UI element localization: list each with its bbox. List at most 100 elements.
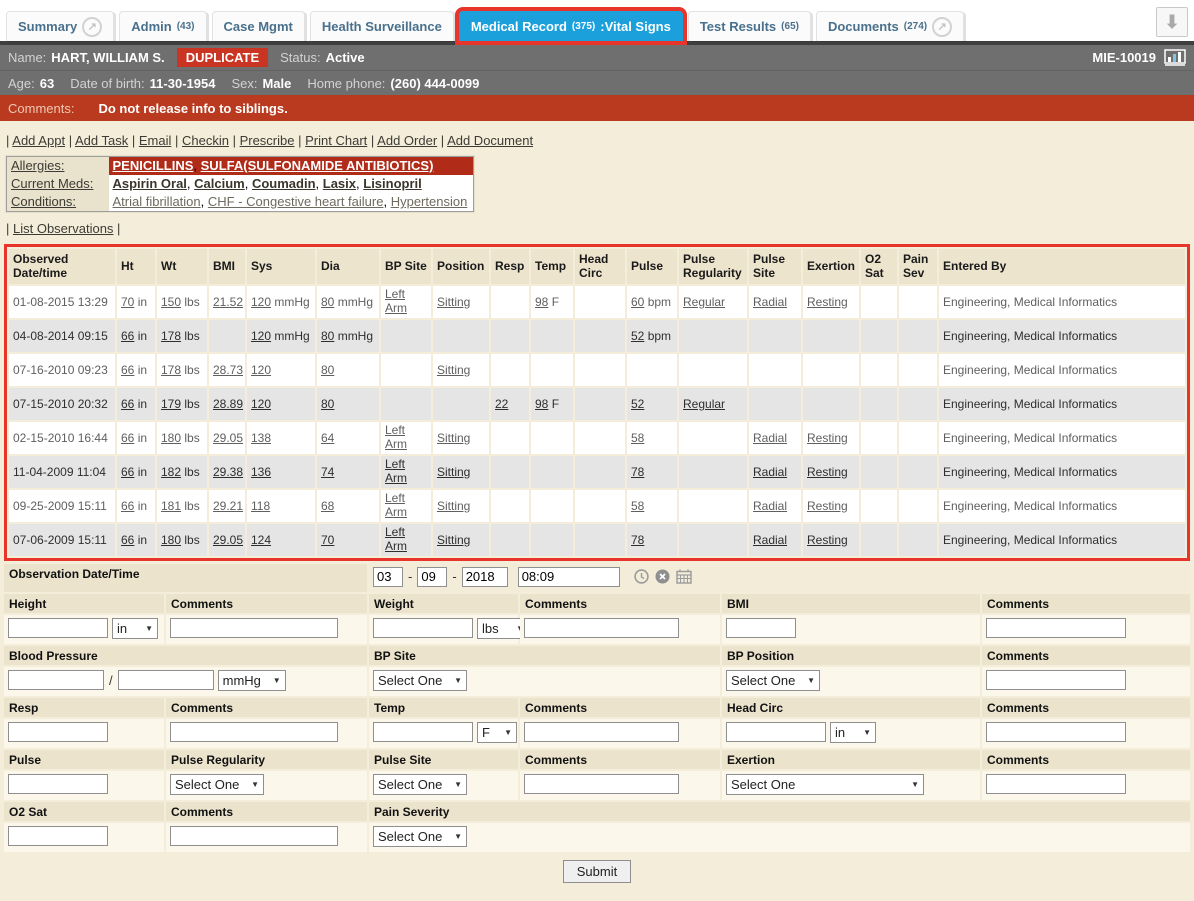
resp-input[interactable]: [8, 722, 108, 742]
bmi-comments-input[interactable]: [986, 618, 1126, 638]
obs-value-link[interactable]: 138: [251, 431, 271, 445]
clear-icon[interactable]: [655, 569, 670, 584]
bp-unit-select[interactable]: mmHg▼: [218, 670, 286, 691]
obs-value-link[interactable]: 22: [495, 397, 508, 411]
obs-year-input[interactable]: [462, 567, 508, 587]
obs-value-link[interactable]: 80: [321, 363, 334, 377]
conditions-item-link[interactable]: CHF - Congestive heart failure: [208, 194, 384, 209]
list-observations-link[interactable]: List Observations: [13, 221, 113, 236]
external-link-icon[interactable]: ↗: [932, 17, 952, 37]
height-unit-select[interactable]: in▼: [112, 618, 158, 639]
obs-value-link[interactable]: 21.52: [213, 295, 243, 309]
obs-value-link[interactable]: 58: [631, 499, 644, 513]
current-meds-item-link[interactable]: Aspirin Oral: [113, 176, 187, 191]
obs-value-link[interactable]: Resting: [807, 295, 848, 309]
obs-value-link[interactable]: Resting: [807, 431, 848, 445]
temp-unit-select[interactable]: F▼: [477, 722, 517, 743]
submit-button[interactable]: Submit: [563, 860, 631, 883]
obs-value-link[interactable]: 52: [631, 329, 644, 343]
obs-value-link[interactable]: 182: [161, 465, 181, 479]
allergies-item-link[interactable]: PENICILLINS: [113, 158, 194, 173]
o2-sat-comments-input[interactable]: [170, 826, 338, 846]
head-circ-input[interactable]: [726, 722, 826, 742]
current-meds-item-link[interactable]: Coumadin: [252, 176, 316, 191]
obs-value-link[interactable]: 68: [321, 499, 334, 513]
pulse-regularity-select[interactable]: Select One▼: [170, 774, 264, 795]
tab-medical-record[interactable]: Medical Record(375):Vital Signs: [459, 11, 683, 41]
obs-value-link[interactable]: 136: [251, 465, 271, 479]
obs-value-link[interactable]: 66: [121, 363, 134, 377]
action-link-add-appt[interactable]: Add Appt: [12, 133, 65, 148]
obs-value-link[interactable]: 70: [121, 295, 134, 309]
obs-time-input[interactable]: [518, 567, 620, 587]
obs-value-link[interactable]: 120: [251, 329, 271, 343]
obs-value-link[interactable]: 74: [321, 465, 334, 479]
obs-value-link[interactable]: Regular: [683, 397, 725, 411]
obs-value-link[interactable]: 66: [121, 499, 134, 513]
obs-value-link[interactable]: Radial: [753, 295, 787, 309]
obs-value-link[interactable]: Left Arm: [385, 287, 407, 315]
tab-test-results[interactable]: Test Results(65): [688, 11, 811, 41]
obs-day-input[interactable]: [417, 567, 447, 587]
obs-value-link[interactable]: Sitting: [437, 363, 470, 377]
summary-label-link[interactable]: Allergies:: [11, 158, 64, 173]
obs-value-link[interactable]: 118: [251, 499, 270, 513]
obs-value-link[interactable]: Sitting: [437, 431, 470, 445]
obs-value-link[interactable]: 66: [121, 397, 134, 411]
action-link-add-order[interactable]: Add Order: [377, 133, 437, 148]
obs-value-link[interactable]: 66: [121, 533, 134, 547]
obs-value-link[interactable]: Regular: [683, 295, 725, 309]
resp-comments-input[interactable]: [170, 722, 338, 742]
height-comments-input[interactable]: [170, 618, 338, 638]
action-link-print-chart[interactable]: Print Chart: [305, 133, 367, 148]
exertion-comments-input[interactable]: [986, 774, 1126, 794]
conditions-item-link[interactable]: Atrial fibrillation: [113, 194, 201, 209]
obs-value-link[interactable]: 98: [535, 397, 548, 411]
summary-label-link[interactable]: Current Meds:: [11, 176, 93, 191]
obs-value-link[interactable]: 60: [631, 295, 644, 309]
current-meds-item-link[interactable]: Calcium: [194, 176, 245, 191]
download-button[interactable]: ⬇: [1156, 7, 1188, 37]
bp-comments-input[interactable]: [986, 670, 1126, 690]
obs-value-link[interactable]: 178: [161, 329, 181, 343]
action-link-email[interactable]: Email: [139, 133, 172, 148]
obs-value-link[interactable]: 124: [251, 533, 271, 547]
obs-value-link[interactable]: 98: [535, 295, 548, 309]
obs-value-link[interactable]: Left Arm: [385, 423, 407, 451]
temp-comments-input[interactable]: [524, 722, 679, 742]
tab-case-mgmt[interactable]: Case Mgmt: [212, 11, 305, 41]
bar-chart-icon[interactable]: [1164, 49, 1186, 66]
obs-value-link[interactable]: 52: [631, 397, 644, 411]
calendar-icon[interactable]: [676, 569, 692, 584]
obs-value-link[interactable]: Radial: [753, 533, 787, 547]
pulse-site-select[interactable]: Select One▼: [373, 774, 467, 795]
external-link-icon[interactable]: ↗: [82, 17, 102, 37]
head-circ-unit-select[interactable]: in▼: [830, 722, 876, 743]
obs-value-link[interactable]: 120: [251, 295, 271, 309]
obs-value-link[interactable]: 29.21: [213, 499, 243, 513]
obs-value-link[interactable]: Left Arm: [385, 525, 407, 553]
obs-value-link[interactable]: 78: [631, 533, 644, 547]
action-link-add-document[interactable]: Add Document: [447, 133, 533, 148]
obs-value-link[interactable]: 178: [161, 363, 181, 377]
obs-value-link[interactable]: 80: [321, 329, 334, 343]
obs-value-link[interactable]: Resting: [807, 499, 848, 513]
obs-value-link[interactable]: 29.38: [213, 465, 243, 479]
weight-comments-input[interactable]: [524, 618, 679, 638]
obs-value-link[interactable]: Sitting: [437, 499, 470, 513]
obs-value-link[interactable]: 70: [321, 533, 334, 547]
obs-value-link[interactable]: Resting: [807, 533, 848, 547]
obs-value-link[interactable]: 150: [161, 295, 181, 309]
allergies-item-link[interactable]: SULFA(SULFONAMIDE ANTIBIOTICS): [201, 158, 434, 173]
bp-diastolic-input[interactable]: [118, 670, 214, 690]
obs-value-link[interactable]: Sitting: [437, 465, 470, 479]
pulse-input[interactable]: [8, 774, 108, 794]
obs-value-link[interactable]: Left Arm: [385, 491, 407, 519]
obs-value-link[interactable]: 120: [251, 363, 271, 377]
current-meds-item-link[interactable]: Lasix: [323, 176, 356, 191]
obs-value-link[interactable]: 181: [161, 499, 181, 513]
obs-value-link[interactable]: 64: [321, 431, 334, 445]
head-circ-comments-input[interactable]: [986, 722, 1126, 742]
tab-summary[interactable]: Summary↗: [6, 11, 114, 41]
obs-month-input[interactable]: [373, 567, 403, 587]
